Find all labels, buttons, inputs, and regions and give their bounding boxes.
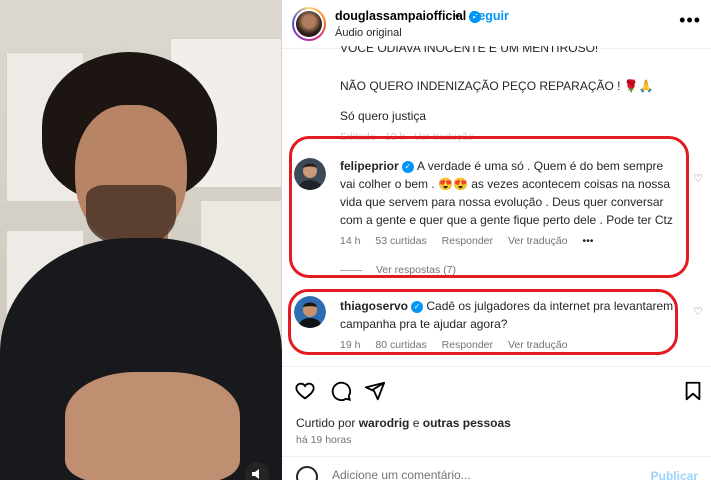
share-icon[interactable] [364, 380, 386, 402]
post-side-panel: douglassampaiofficial ✓ • Seguir Áudio or… [282, 0, 711, 480]
author-username: douglassampaiofficial [335, 9, 467, 23]
highlight-box [289, 136, 689, 278]
actions-divider [282, 366, 711, 367]
reel-video[interactable] [0, 0, 282, 480]
liked-by-connector: e [412, 416, 420, 430]
add-comment-bar: Publicar [296, 464, 706, 480]
author-avatar[interactable] [292, 7, 326, 41]
heart-icon[interactable] [294, 380, 316, 402]
emoji-icon[interactable] [296, 466, 318, 480]
highlight-box [288, 289, 678, 355]
separator-dot: • [455, 9, 460, 23]
comment-icon[interactable] [330, 380, 352, 402]
post-time: há 19 horas [296, 434, 352, 446]
caption-cut-text: VOCÊ ODIAVA INOCENTE E UM MENTIROSO! [340, 46, 599, 55]
follow-button[interactable]: Seguir [470, 9, 509, 23]
comment-like-icon[interactable]: ♡ [693, 172, 703, 185]
caption-line: NÃO QUERO INDENIZAÇÃO PEÇO REPARAÇÃO ! 🌹… [340, 79, 654, 93]
liked-by-user[interactable]: warodrig [359, 416, 410, 430]
speaker-icon [252, 469, 259, 479]
caption-line: Só quero justiça [340, 109, 427, 123]
person-hands [65, 372, 240, 480]
bookmark-icon[interactable] [682, 380, 704, 402]
footer-divider [282, 456, 711, 457]
comment-input[interactable] [332, 468, 632, 480]
audio-label[interactable]: Áudio original [335, 27, 402, 39]
more-options-icon[interactable]: ••• [679, 10, 701, 31]
liked-by-line: Curtido por warodrig e outras pessoas [296, 416, 511, 430]
comment-like-icon[interactable]: ♡ [693, 305, 703, 318]
action-bar [282, 368, 711, 408]
author-username-link[interactable]: douglassampaiofficial ✓ [335, 9, 482, 23]
caption-line-partial: VOCÊ ODIAVA INOCENTE E UM MENTIROSO! [340, 46, 598, 56]
post-comment-button[interactable]: Publicar [651, 469, 698, 480]
liked-by-others[interactable]: outras pessoas [423, 416, 511, 430]
liked-by-prefix: Curtido por [296, 416, 356, 430]
post-header: douglassampaiofficial ✓ • Seguir Áudio or… [282, 0, 711, 48]
mute-button[interactable] [245, 462, 269, 480]
